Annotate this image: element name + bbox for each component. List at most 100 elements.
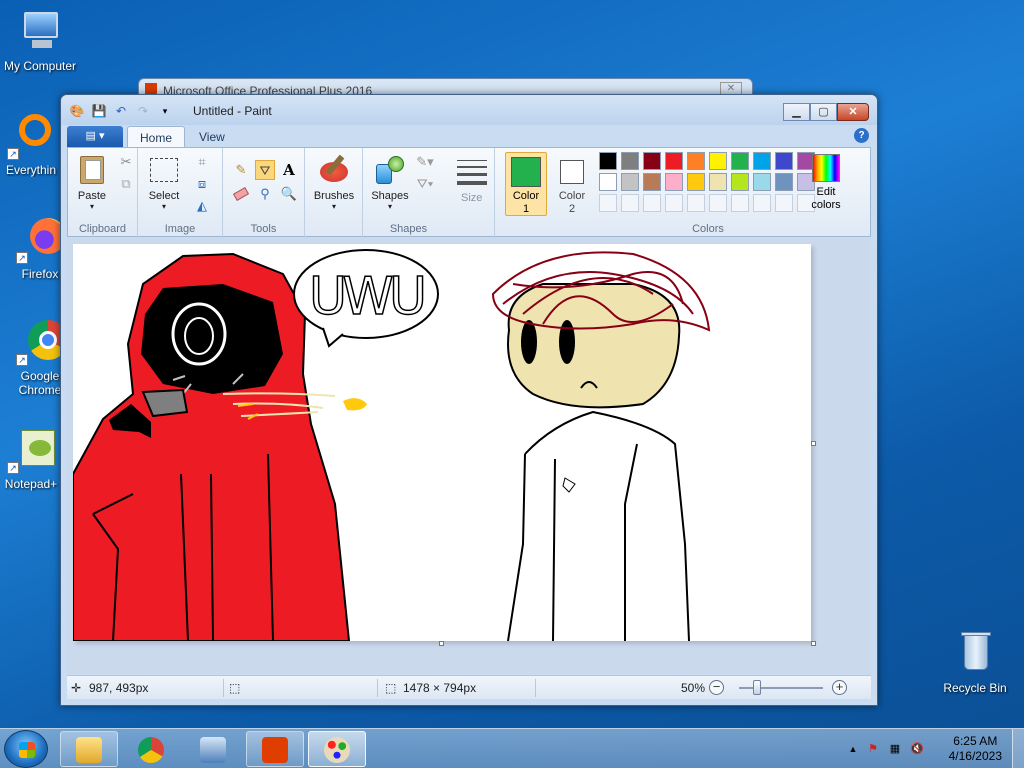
zoom-in-button[interactable]: +: [832, 680, 847, 695]
palette-swatch[interactable]: [731, 152, 749, 170]
text-tool-icon[interactable]: A: [279, 160, 299, 180]
palette-swatch[interactable]: [775, 152, 793, 170]
crop-icon[interactable]: ⌗: [192, 152, 212, 172]
help-icon[interactable]: ?: [854, 128, 869, 143]
palette-swatch[interactable]: [709, 194, 727, 212]
canvas-size: 1478 × 794px: [403, 681, 477, 695]
palette-swatch[interactable]: [643, 194, 661, 212]
desktop-icon-my-computer[interactable]: My Computer: [0, 8, 80, 73]
palette-swatch[interactable]: [599, 173, 617, 191]
palette-swatch[interactable]: [775, 173, 793, 191]
palette-swatch[interactable]: [731, 173, 749, 191]
palette-swatch[interactable]: [621, 194, 639, 212]
palette-swatch[interactable]: [753, 152, 771, 170]
recycle-bin-icon: [951, 630, 999, 678]
shapes-button[interactable]: Shapes ▾: [367, 152, 413, 211]
speech-bubble-text: UWU: [309, 267, 427, 327]
paint-app-icon[interactable]: 🎨: [69, 103, 85, 119]
palette-swatch[interactable]: [621, 173, 639, 191]
size-icon[interactable]: [455, 154, 489, 190]
palette-swatch[interactable]: [687, 194, 705, 212]
resize-icon[interactable]: ⧈: [192, 174, 212, 194]
cut-icon[interactable]: ✂: [116, 152, 136, 172]
save-icon[interactable]: 💾: [91, 103, 107, 119]
palette-swatch[interactable]: [731, 194, 749, 212]
network-icon[interactable]: ▦: [888, 742, 902, 756]
zoom-slider-thumb[interactable]: [753, 680, 761, 695]
fill-icon[interactable]: ⛛▾: [415, 174, 435, 194]
volume-icon[interactable]: 🔇: [910, 742, 924, 756]
shortcut-arrow-icon: ↗: [7, 148, 19, 160]
taskbar-chrome[interactable]: [122, 731, 180, 767]
rainbow-icon: [812, 154, 840, 182]
show-hidden-icons[interactable]: ▲: [846, 742, 860, 756]
palette-swatch[interactable]: [643, 173, 661, 191]
palette-swatch[interactable]: [643, 152, 661, 170]
palette-swatch[interactable]: [709, 152, 727, 170]
undo-icon[interactable]: ↶: [113, 103, 129, 119]
minimize-button[interactable]: ▁: [783, 103, 810, 121]
palette-swatch[interactable]: [621, 152, 639, 170]
edit-colors-button[interactable]: Edit colors: [805, 152, 847, 216]
palette-swatch[interactable]: [709, 173, 727, 191]
group-label: Tools: [250, 223, 277, 235]
paste-button[interactable]: Paste ▾: [72, 152, 112, 211]
palette-swatch[interactable]: [687, 173, 705, 191]
edit-colors-label: Edit colors: [811, 186, 841, 211]
fill-bucket-icon[interactable]: ⛛: [255, 160, 275, 180]
tab-home[interactable]: Home: [127, 126, 186, 148]
ribbon-tabs: ▤ ▾ Home View ?: [67, 125, 871, 148]
palette-swatch[interactable]: [665, 152, 683, 170]
taskbar-remote-desktop[interactable]: [184, 731, 242, 767]
brush-icon: [318, 154, 350, 186]
palette-swatch[interactable]: [687, 152, 705, 170]
shapes-group: Shapes ▾ ✎▾ ⛛▾ Size Shapes: [363, 148, 495, 238]
zoom-out-button[interactable]: −: [709, 680, 724, 695]
title-bar[interactable]: 🎨 💾 ↶ ↷ ▾ Untitled - Paint ▁ ▢ ✕: [61, 95, 877, 125]
magnifier-icon[interactable]: 🔍: [279, 184, 299, 204]
paste-label: Paste: [77, 190, 107, 202]
show-desktop-button[interactable]: [1012, 729, 1024, 768]
firefox-icon: ↗: [16, 216, 66, 264]
color-1-button[interactable]: Color 1: [505, 152, 547, 216]
redo-icon[interactable]: ↷: [135, 103, 151, 119]
palette-swatch[interactable]: [665, 194, 683, 212]
resize-handle[interactable]: [439, 641, 444, 646]
desktop-icon-notepad-plus[interactable]: ↗ Notepad+: [0, 426, 62, 491]
action-center-icon[interactable]: ⚑: [866, 742, 880, 756]
copy-icon[interactable]: ⧉: [116, 174, 136, 194]
eraser-icon[interactable]: [231, 184, 251, 204]
zoom-slider-track[interactable]: [739, 687, 823, 689]
tab-view[interactable]: View: [187, 126, 237, 148]
clock[interactable]: 6:25 AM 4/16/2023: [949, 734, 1002, 764]
rotate-icon[interactable]: ◭: [192, 196, 212, 216]
color-2-button[interactable]: Color 2: [551, 152, 593, 216]
resize-handle[interactable]: [811, 441, 816, 446]
palette-swatch[interactable]: [753, 194, 771, 212]
color-picker-icon[interactable]: ⚲: [255, 184, 275, 204]
pencil-icon[interactable]: ✎: [231, 160, 251, 180]
drawing-canvas[interactable]: UWU: [72, 244, 811, 642]
brushes-button[interactable]: Brushes ▾: [311, 152, 357, 211]
file-menu-button[interactable]: ▤ ▾: [67, 126, 123, 147]
palette-swatch[interactable]: [775, 194, 793, 212]
select-button[interactable]: Select ▾: [144, 152, 184, 211]
desktop-icon-recycle-bin[interactable]: Recycle Bin: [935, 630, 1015, 695]
maximize-button[interactable]: ▢: [810, 103, 837, 121]
close-button[interactable]: ✕: [837, 103, 869, 121]
palette-swatch[interactable]: [599, 194, 617, 212]
palette-swatch[interactable]: [753, 173, 771, 191]
palette-swatch[interactable]: [665, 173, 683, 191]
desktop-icon-everything[interactable]: ↗ Everythin: [0, 112, 62, 177]
group-label: Clipboard: [78, 223, 127, 235]
outline-icon[interactable]: ✎▾: [415, 152, 435, 172]
taskbar-paint[interactable]: [308, 731, 366, 767]
canvas-area[interactable]: UWU: [67, 238, 871, 674]
taskbar-office[interactable]: [246, 731, 304, 767]
palette-swatch[interactable]: [599, 152, 617, 170]
customize-dropdown-icon[interactable]: ▾: [157, 103, 173, 119]
resize-handle[interactable]: [811, 641, 816, 646]
taskbar-explorer[interactable]: [60, 731, 118, 767]
start-button[interactable]: [4, 730, 48, 768]
size-label[interactable]: Size: [461, 192, 482, 204]
